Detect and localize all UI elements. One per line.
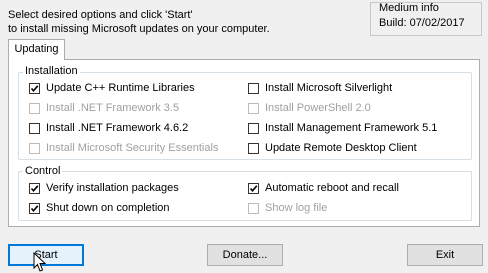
install-option[interactable]: Install Management Framework 5.1 [248,120,437,136]
control-option[interactable]: Show log file [248,200,399,216]
control-right-column: Automatic reboot and recall Show log fil… [248,180,399,216]
control-option[interactable]: Automatic reboot and recall [248,180,399,196]
checkbox-unchecked-icon[interactable] [248,122,259,134]
info-caption: Medium info [379,2,439,14]
checkbox-unchecked-icon [29,142,40,154]
instructions-line-1: Select desired options and click 'Start' [8,9,193,21]
checkbox-unchecked-icon[interactable] [248,82,259,94]
checkbox-label: Install Management Framework 5.1 [265,122,438,134]
checkbox-label: Show log file [265,202,328,214]
control-legend: Control [23,165,63,177]
checkbox-label: Automatic reboot and recall [265,182,399,194]
tab-updating[interactable]: Updating [8,39,65,60]
mouse-cursor-icon [33,252,47,272]
checkbox-label: Verify installation packages [46,182,179,194]
checkbox-unchecked-icon [248,102,259,114]
checkbox-label: Install PowerShell 2.0 [265,102,371,114]
checkbox-label: Update C++ Runtime Libraries [46,82,195,94]
installation-legend: Installation [23,65,80,77]
info-box: Medium info Build: 07/02/2017 [370,2,482,36]
installation-left-column: Update C++ Runtime Libraries Install .NE… [29,80,218,156]
install-option[interactable]: Install Microsoft Silverlight [248,80,437,96]
donate-button[interactable]: Donate... [207,244,283,266]
checkbox-checked-icon[interactable] [29,82,40,94]
control-left-column: Verify installation packages Shut down o… [29,180,179,216]
install-option[interactable]: Update C++ Runtime Libraries [29,80,218,96]
install-option[interactable]: Install .NET Framework 3.5 [29,100,218,116]
exit-button[interactable]: Exit [407,244,483,266]
checkbox-label: Install Microsoft Security Essentials [46,142,219,154]
control-option[interactable]: Verify installation packages [29,180,179,196]
installation-right-column: Install Microsoft Silverlight Install Po… [248,80,437,156]
checkbox-checked-icon[interactable] [248,182,259,194]
control-option[interactable]: Shut down on completion [29,200,179,216]
checkbox-label: Shut down on completion [46,202,170,214]
checkbox-checked-icon[interactable] [29,182,40,194]
build-label: Build: 07/02/2017 [379,17,465,29]
checkbox-label: Install .NET Framework 3.5 [46,102,180,114]
instructions-text: Select desired options and click 'Start'… [8,8,270,36]
checkbox-label: Update Remote Desktop Client [265,142,417,154]
checkbox-unchecked-icon [29,102,40,114]
checkbox-unchecked-icon [248,202,259,214]
checkbox-checked-icon[interactable] [29,202,40,214]
install-option[interactable]: Install .NET Framework 4.6.2 [29,120,218,136]
checkbox-unchecked-icon[interactable] [29,122,40,134]
checkbox-label: Install .NET Framework 4.6.2 [46,122,189,134]
checkbox-unchecked-icon[interactable] [248,142,259,154]
checkbox-label: Install Microsoft Silverlight [265,82,393,94]
instructions-line-2: to install missing Microsoft updates on … [8,23,270,35]
install-option[interactable]: Install PowerShell 2.0 [248,100,437,116]
install-option[interactable]: Install Microsoft Security Essentials [29,140,218,156]
install-option[interactable]: Update Remote Desktop Client [248,140,437,156]
